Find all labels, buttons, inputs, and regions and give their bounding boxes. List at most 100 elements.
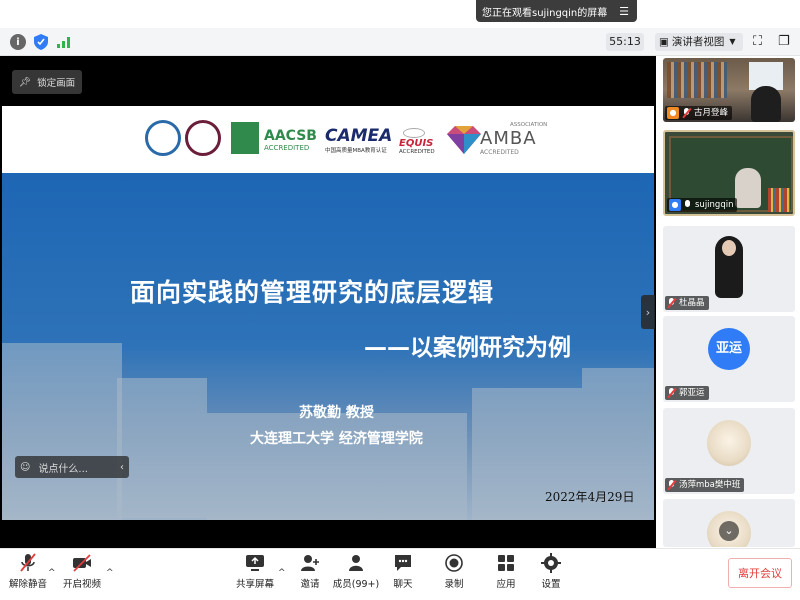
participant-name: 杜晶晶 (679, 298, 705, 308)
unmute-button[interactable]: 解除静音 (3, 553, 53, 590)
invite-button[interactable]: 邀请 (285, 553, 335, 590)
apps-label: 应用 (496, 579, 516, 590)
chevron-left-icon[interactable]: ‹ (120, 462, 124, 473)
share-screen-icon (244, 553, 266, 573)
signal-icon[interactable] (56, 34, 72, 50)
chevron-up-icon[interactable]: ^ (48, 568, 56, 578)
record-button[interactable]: 录制 (429, 553, 479, 590)
meeting-toolbar: i 55:13 ▣ 演讲者视图 ▼ ⛶ ❐ (0, 28, 800, 56)
members-button[interactable]: 成员(99+) (331, 553, 381, 590)
emoji-icon[interactable]: ☺ (20, 462, 30, 473)
participant-face (722, 240, 736, 256)
user-icon: ● (669, 199, 681, 211)
aacsb-text: AACSB (264, 128, 317, 144)
chat-icon (392, 553, 414, 573)
amba-diamond-mark (447, 126, 481, 157)
participant-name: 郭亚运 (679, 388, 705, 398)
equis-sub: ACCREDITED (399, 149, 435, 155)
slide-subtitle: ——以案例研究为例 (364, 335, 571, 361)
chat-button[interactable]: 聊天 (378, 553, 428, 590)
panel-toggle-button[interactable]: › (641, 295, 655, 329)
mic-on-icon (684, 200, 692, 210)
presenter-view-label: 演讲者视图 (671, 36, 725, 48)
amba-logo: ASSOCIATION AMBA ACCREDITED (480, 122, 547, 156)
books-background (768, 188, 790, 212)
chat-input[interactable]: ☺ 说点什么... ‹ (15, 456, 129, 478)
mic-muted-icon (667, 480, 676, 490)
building-left (2, 343, 122, 520)
participant-video (751, 86, 781, 122)
leave-meeting-button[interactable]: 离开会议 (728, 558, 792, 588)
presenter-view-icon: ▣ (659, 36, 669, 48)
apps-button[interactable]: 应用 (481, 553, 531, 590)
school-seal-logo (185, 120, 221, 156)
participant-tile[interactable]: 汤萍mba樊中班 (663, 408, 795, 494)
amba-text: AMBA (480, 128, 537, 149)
participant-name: 古月登峰 (694, 108, 729, 118)
aacsb-sub: ACCREDITED (264, 144, 310, 152)
settings-button[interactable]: 设置 (526, 553, 576, 590)
chevron-up-icon[interactable]: ^ (106, 568, 114, 578)
mic-muted-icon (17, 553, 39, 573)
slide-title: 面向实践的管理研究的底层逻辑 (130, 278, 495, 307)
camea-logo: CAMEA 中国高质量MBA教育认证 (325, 126, 392, 154)
user-icon: ● (667, 107, 679, 119)
participant-name-tag: ● sujingqin (667, 198, 738, 212)
window-icon[interactable]: ❐ (778, 34, 790, 49)
aacsb-logo: AACSB ACCREDITED (264, 128, 317, 152)
participant-name-tag: ● 古月登峰 (665, 106, 733, 120)
camera-off-icon (71, 553, 93, 573)
share-screen-button[interactable]: 共享屏幕 (230, 553, 280, 590)
slide-speaker: 苏敬勤 教授 (299, 405, 374, 421)
chat-placeholder: 说点什么... (38, 463, 88, 475)
slide-school: 大连理工大学 经济管理学院 (250, 431, 423, 447)
chevron-down-icon[interactable]: ⌄ (719, 521, 739, 541)
record-icon (443, 553, 465, 573)
mic-muted-icon (667, 388, 676, 398)
lock-view-button[interactable]: 📌︎ 锁定画面 (12, 70, 82, 94)
presenter-view-dropdown[interactable]: ▣ 演讲者视图 ▼ (655, 33, 743, 51)
camea-sub: 中国高质量MBA教育认证 (325, 148, 387, 154)
chevron-down-icon: ▼ (729, 37, 736, 46)
settings-label: 设置 (541, 579, 561, 590)
cat-avatar (707, 420, 751, 466)
record-label: 录制 (444, 579, 464, 590)
equis-logo: EQUIS ACCREDITED (399, 128, 435, 155)
gear-icon (540, 553, 562, 573)
meeting-timer: 55:13 (606, 33, 644, 51)
participant-tile[interactable]: 杜晶晶 (663, 226, 795, 312)
lock-view-label: 锁定画面 (37, 78, 76, 89)
equis-mark (403, 128, 425, 138)
unmute-label: 解除静音 (8, 579, 47, 590)
screen-share-banner: 您正在观看sujingqin的屏幕 ☰ (476, 0, 637, 22)
banner-text: 您正在观看sujingqin的屏幕 (482, 7, 608, 19)
mic-muted-icon (667, 298, 676, 308)
participant-name: 汤萍mba樊中班 (679, 480, 741, 490)
members-label: 成员(99+) (332, 579, 380, 590)
university-seal-logo (145, 120, 181, 156)
participant-tile-active-speaker[interactable]: ● sujingqin (663, 130, 795, 216)
participant-name-tag: 杜晶晶 (665, 296, 709, 310)
start-video-button[interactable]: 开启视频 (57, 553, 107, 590)
slide-date: 2022年4月29日 (545, 490, 635, 504)
share-screen-label: 共享屏幕 (235, 579, 274, 590)
amba-sub: ACCREDITED (480, 149, 519, 156)
add-user-icon (299, 553, 321, 573)
building-left-2 (117, 378, 207, 518)
invite-label: 邀请 (300, 579, 320, 590)
chat-label: 聊天 (393, 579, 413, 590)
participant-name-tag: 郭亚运 (665, 386, 709, 400)
fullscreen-icon[interactable]: ⛶ (753, 34, 762, 49)
equis-text: EQUIS (399, 138, 434, 149)
start-video-label: 开启视频 (62, 579, 101, 590)
menu-icon[interactable]: ☰ (617, 5, 631, 18)
shield-icon[interactable] (33, 34, 49, 50)
pin-icon: 📌︎ (19, 76, 32, 88)
participant-name-tag: 汤萍mba樊中班 (665, 478, 745, 492)
slide-logo-bar: AACSB ACCREDITED CAMEA 中国高质量MBA教育认证 EQUI… (2, 106, 654, 173)
participant-tile[interactable]: ● 古月登峰 (663, 58, 795, 122)
info-icon[interactable]: i (10, 34, 26, 50)
aacsb-logo-mark (231, 122, 259, 154)
participant-tile[interactable]: ⌄ (663, 499, 795, 547)
participant-tile[interactable]: 亚运 郭亚运 (663, 316, 795, 402)
